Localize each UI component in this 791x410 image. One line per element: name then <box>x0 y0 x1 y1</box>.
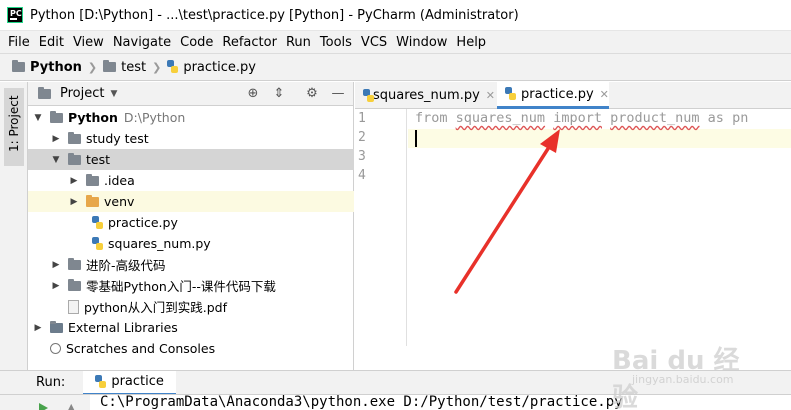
tree-item-root[interactable]: ▼ Python D:\Python <box>28 107 354 128</box>
title-bar: PC Python [D:\Python] - ...\test\practic… <box>0 0 791 31</box>
current-line-highlight <box>408 129 791 148</box>
breadcrumb-item-python[interactable]: Python <box>12 60 82 75</box>
pdf-file-icon <box>68 299 79 314</box>
project-panel: Project ▼ ⊕ ⇕ ⚙ — ▼ Python D:\Python ▶ s… <box>28 82 354 370</box>
watermark-url: jingyan.baidu.com <box>632 373 734 386</box>
line-number: 2 <box>358 130 366 145</box>
tab-practice[interactable]: practice.py ✕ <box>497 82 609 109</box>
menu-view[interactable]: View <box>73 35 104 50</box>
tree-item-test[interactable]: ▼ test <box>28 149 354 170</box>
menu-window[interactable]: Window <box>396 35 447 50</box>
tree-item-study-test[interactable]: ▶ study test <box>28 128 354 149</box>
tree-item-external-libraries[interactable]: ▶ External Libraries <box>28 317 354 338</box>
tree-item-venv[interactable]: ▶ venv <box>28 191 354 212</box>
chevron-right-icon[interactable]: ▶ <box>32 323 44 333</box>
python-file-icon <box>95 374 107 389</box>
run-toolbar: ▲ <box>0 395 90 410</box>
tab-squares-num[interactable]: squares_num.py ✕ <box>355 82 495 109</box>
line-number: 4 <box>358 168 366 183</box>
menu-navigate[interactable]: Navigate <box>113 35 171 50</box>
run-label: Run: <box>36 375 66 390</box>
tree-item-scratches[interactable]: Scratches and Consoles <box>28 338 354 359</box>
menu-edit[interactable]: Edit <box>39 35 64 50</box>
breadcrumb-item-test[interactable]: test <box>103 60 146 75</box>
excluded-folder-icon <box>86 194 99 207</box>
chevron-right-icon: ❯ <box>152 60 162 74</box>
chevron-right-icon[interactable]: ▶ <box>50 281 62 291</box>
chevron-right-icon[interactable]: ▶ <box>68 197 80 207</box>
chevron-down-icon[interactable]: ▼ <box>32 113 44 123</box>
code-line-1[interactable]: from squares_num import product_num as p… <box>415 110 748 126</box>
folder-icon <box>68 152 81 165</box>
folder-icon <box>68 131 81 144</box>
chevron-right-icon[interactable]: ▶ <box>50 134 62 144</box>
python-file-icon <box>505 87 517 101</box>
tree-item-advanced-code[interactable]: ▶ 进阶-高级代码 <box>28 254 354 275</box>
close-icon[interactable]: ✕ <box>486 89 495 102</box>
folder-icon <box>50 110 63 123</box>
chevron-right-icon: ❯ <box>87 60 98 74</box>
menu-file[interactable]: File <box>8 35 30 50</box>
line-number-gutter: 1 2 3 4 <box>355 109 407 346</box>
project-view-selector[interactable]: Project <box>60 86 104 101</box>
gear-icon[interactable]: ⚙ <box>305 87 319 101</box>
tree-item-idea[interactable]: ▶ .idea <box>28 170 354 191</box>
menu-bar: File Edit View Navigate Code Refactor Ru… <box>0 31 791 53</box>
folder-icon <box>86 173 99 186</box>
breadcrumb: Python ❯ test ❯ practice.py <box>0 53 791 81</box>
tree-item-course-code[interactable]: ▶ 零基础Python入门--课件代码下载 <box>28 275 354 296</box>
folder-icon <box>12 60 25 72</box>
pycharm-logo-icon: PC <box>7 7 23 23</box>
project-panel-header: Project ▼ ⊕ ⇕ ⚙ — <box>28 82 353 106</box>
library-icon <box>50 320 63 333</box>
scratches-icon <box>50 343 61 354</box>
menu-help[interactable]: Help <box>456 35 486 50</box>
watermark: Bai du 经验 jingyan.baidu.com <box>612 340 752 410</box>
python-file-icon <box>92 236 104 251</box>
collapse-all-icon[interactable]: ⇕ <box>272 87 286 101</box>
console-output: C:\ProgramData\Anaconda3\python.exe D:/P… <box>100 394 623 410</box>
chevron-down-icon[interactable]: ▼ <box>50 155 62 165</box>
tool-window-strip: 1: Project <box>0 82 28 370</box>
chevron-down-icon[interactable]: ▼ <box>110 89 117 99</box>
code-editor[interactable]: 1 2 3 4 from squares_num import product_… <box>355 109 791 370</box>
tool-tab-project[interactable]: 1: Project <box>4 88 24 166</box>
python-file-icon <box>167 60 179 74</box>
line-number: 1 <box>358 111 366 126</box>
close-icon[interactable]: ✕ <box>600 88 609 101</box>
menu-tools[interactable]: Tools <box>320 35 352 50</box>
locate-target-icon[interactable]: ⊕ <box>246 87 260 101</box>
hide-panel-icon[interactable]: — <box>331 87 345 101</box>
breadcrumb-item-practice[interactable]: practice.py <box>167 60 256 75</box>
rerun-icon[interactable] <box>39 403 48 410</box>
folder-icon <box>68 278 81 291</box>
menu-vcs[interactable]: VCS <box>361 35 387 50</box>
tree-item-squares-num-py[interactable]: squares_num.py <box>28 233 354 254</box>
tool-tab-label: 1: Project <box>7 95 21 152</box>
run-tab-practice[interactable]: practice <box>83 370 176 395</box>
folder-icon <box>68 257 81 270</box>
tree-item-pdf[interactable]: python从入门到实践.pdf <box>28 296 354 317</box>
menu-code[interactable]: Code <box>180 35 213 50</box>
arrow-up-icon[interactable]: ▲ <box>67 401 75 410</box>
line-number: 3 <box>358 149 366 164</box>
window-title: Python [D:\Python] - ...\test\practice.p… <box>30 7 519 23</box>
chevron-right-icon[interactable]: ▶ <box>50 260 62 270</box>
project-icon <box>38 86 51 99</box>
editor-tab-bar: squares_num.py ✕ practice.py ✕ <box>355 82 791 109</box>
python-file-icon <box>363 88 374 103</box>
folder-icon <box>103 60 117 72</box>
menu-refactor[interactable]: Refactor <box>222 35 277 50</box>
menu-run[interactable]: Run <box>286 35 311 50</box>
python-file-icon <box>92 215 104 230</box>
chevron-right-icon[interactable]: ▶ <box>68 176 80 186</box>
tree-item-practice-py[interactable]: practice.py <box>28 212 354 233</box>
root-path: D:\Python <box>123 110 186 125</box>
text-caret <box>415 130 417 147</box>
